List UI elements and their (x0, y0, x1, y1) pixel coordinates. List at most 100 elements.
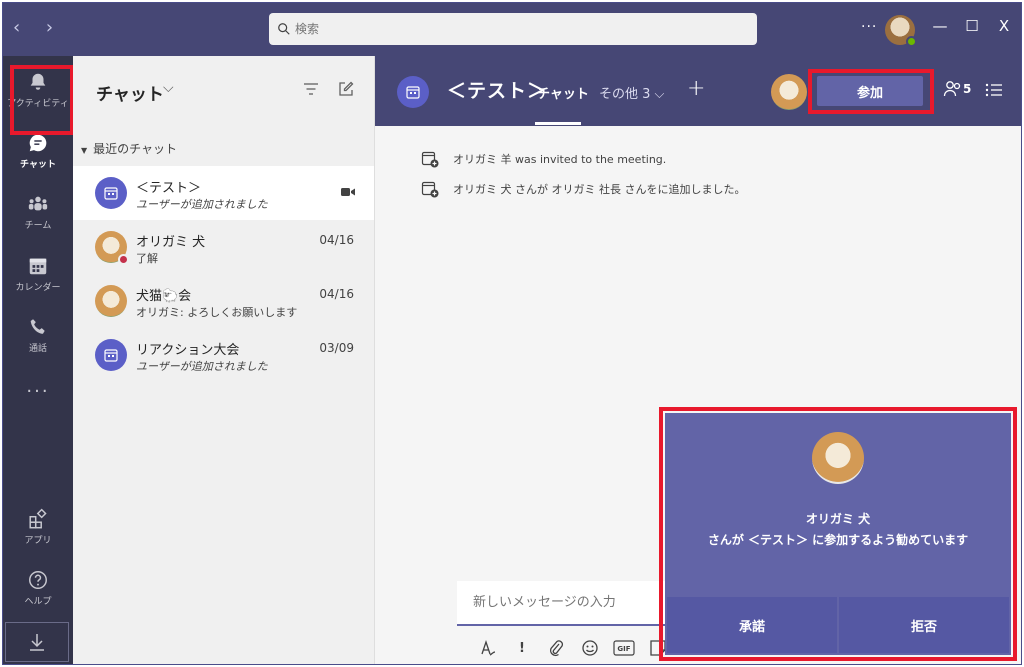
teams-window: ‹ › ··· — ☐ X アクティビティ チャット チーム カレンダー (2, 2, 1022, 665)
compose-toolbar: ! GIF (471, 636, 675, 660)
participants-button[interactable]: 5 (943, 80, 971, 98)
rail-item-calendar[interactable]: カレンダー (3, 246, 73, 302)
chat-preview: 了解 (136, 252, 158, 265)
add-tab-button[interactable]: + (687, 76, 705, 101)
gif-icon: GIF (613, 640, 635, 656)
more-apps-button[interactable]: ··· (3, 381, 73, 402)
tab-chat[interactable]: チャット (537, 83, 589, 102)
join-highlight-box (808, 69, 934, 114)
tab-more[interactable]: その他 3 ⌵ (599, 83, 664, 102)
rail-item-apps[interactable]: アプリ (3, 499, 73, 555)
chat-date: 04/16 (319, 287, 354, 301)
rail-label: ヘルプ (24, 597, 52, 607)
list-icon[interactable] (985, 82, 1003, 98)
chat-highlight-box (10, 65, 74, 135)
filter-icon[interactable] (303, 82, 319, 96)
chat-list-pane: チャット ⌵ ▼ 最近のチャット ＜テスト＞ ユーザーが追加されました オリガミ … (73, 56, 375, 664)
expand-triangle-icon: ▼ (81, 146, 88, 155)
help-icon (29, 571, 47, 589)
rail-label: アプリ (24, 536, 52, 546)
chat-list-title[interactable]: チャット (96, 80, 164, 105)
chat-item-origami-dog[interactable]: オリガミ 犬 了解 04/16 (73, 220, 374, 274)
rail-label: チーム (24, 221, 52, 231)
participant-avatar[interactable] (771, 74, 807, 110)
presence-busy-icon (118, 254, 129, 265)
chat-list-header: チャット ⌵ (73, 56, 374, 126)
presence-available-icon (906, 36, 917, 47)
meeting-avatar (95, 177, 127, 209)
important-button[interactable]: ! (505, 636, 539, 660)
chat-item-reaction-contest[interactable]: リアクション大会 ユーザーが追加されました 03/09 (73, 328, 374, 382)
conversation-title: ＜テスト＞ (447, 80, 548, 102)
inviter-avatar (812, 432, 864, 484)
title-bar: ‹ › ··· — ☐ X (3, 3, 1021, 56)
calendar-add-icon (421, 181, 439, 198)
decline-button[interactable]: 拒否 (839, 597, 1009, 653)
new-chat-icon[interactable] (338, 81, 354, 97)
download-button[interactable] (5, 622, 69, 662)
meeting-icon (104, 349, 118, 362)
system-message: オリガミ 羊 was invited to the meeting. (421, 150, 666, 168)
chat-name: 犬猫🐑会 (136, 289, 192, 304)
inviter-name: オリガミ 犬 (805, 512, 871, 526)
meeting-avatar (95, 339, 127, 371)
chevron-down-icon[interactable]: ⌵ (163, 80, 174, 96)
meeting-icon (104, 187, 118, 200)
profile-avatar[interactable] (885, 15, 917, 47)
section-label: 最近のチャット (93, 142, 178, 156)
format-button[interactable] (471, 636, 505, 660)
system-message: オリガミ 犬 さんが オリガミ 社長 さんをに追加しました。 (421, 180, 745, 198)
minimize-button[interactable]: — (929, 17, 951, 35)
history-nav-arrows[interactable]: ‹ › (13, 17, 63, 38)
chat-name: リアクション大会 (136, 343, 240, 358)
download-icon (30, 634, 44, 651)
chat-date: 03/09 (319, 341, 354, 355)
search-box[interactable] (269, 13, 757, 45)
chat-item-dog-cat-group[interactable]: 犬猫🐑会 オリガミ: よろしくお願いします 04/16 (73, 274, 374, 328)
paperclip-icon (549, 640, 563, 657)
rail-item-help[interactable]: ヘルプ (3, 560, 73, 616)
avatar (95, 285, 127, 317)
close-button[interactable]: X (993, 17, 1015, 35)
system-message-text: オリガミ 犬 さんが オリガミ 社長 さんをに追加しました。 (453, 183, 746, 196)
active-tab-indicator (535, 122, 581, 125)
rail-label: カレンダー (15, 283, 61, 293)
chat-name: オリガミ 犬 (136, 235, 206, 250)
chat-preview: オリガミ: よろしくお願いします (136, 306, 298, 319)
app-rail: アクティビティ チャット チーム カレンダー 通話 ··· アプリ ヘルプ (3, 56, 73, 664)
invite-message: さんが ＜テスト＞ に参加するよう勧めています (707, 533, 969, 547)
video-camera-icon (341, 188, 355, 196)
phone-icon (30, 319, 45, 334)
attach-button[interactable] (539, 636, 573, 660)
join-invite-card: オリガミ 犬 さんが ＜テスト＞ に参加するよう勧めています 承諾 拒否 (665, 413, 1011, 655)
settings-more-button[interactable]: ··· (861, 19, 877, 35)
recent-chats-section[interactable]: ▼ 最近のチャット (81, 140, 177, 157)
chat-preview: ユーザーが追加されました (136, 360, 268, 373)
meeting-icon (406, 86, 420, 99)
system-message-text: オリガミ 羊 was invited to the meeting. (453, 153, 667, 166)
search-icon (278, 23, 290, 35)
svg-text:GIF: GIF (617, 645, 630, 653)
emoji-button[interactable] (573, 636, 607, 660)
avatar (95, 231, 129, 265)
chat-item-test[interactable]: ＜テスト＞ ユーザーが追加されました (73, 166, 374, 220)
chat-date: 04/16 (319, 233, 354, 247)
rail-item-calls[interactable]: 通話 (3, 307, 73, 363)
search-input[interactable] (295, 22, 735, 36)
gif-button[interactable]: GIF (607, 636, 641, 660)
chat-preview: ユーザーが追加されました (136, 198, 268, 211)
rail-item-teams[interactable]: チーム (3, 184, 73, 240)
teams-icon (28, 196, 48, 211)
emoji-icon (582, 640, 598, 656)
participants-count: 5 (963, 82, 972, 96)
rail-label: チャット (20, 160, 56, 170)
people-icon (943, 81, 961, 97)
calendar-add-icon (421, 151, 439, 168)
chat-name: ＜テスト＞ (136, 181, 202, 196)
chat-icon (29, 134, 47, 152)
calendar-icon (29, 258, 47, 275)
maximize-button[interactable]: ☐ (961, 17, 983, 35)
rail-label: 通話 (28, 344, 47, 354)
accept-button[interactable]: 承諾 (667, 597, 837, 653)
format-pen-icon (481, 639, 496, 656)
